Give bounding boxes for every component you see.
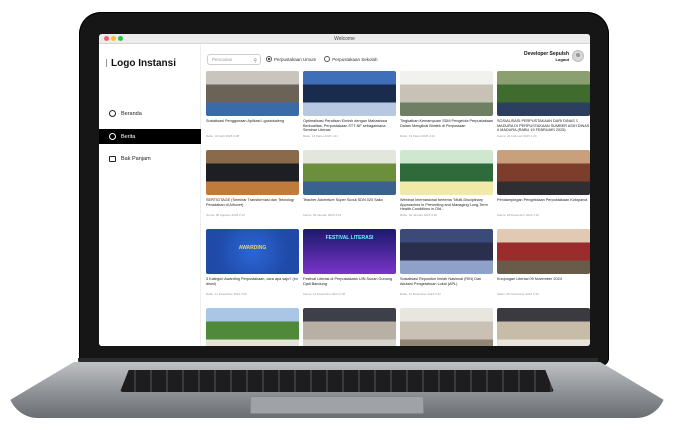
main-content: Pencarian ⚲ Perpustakaan Umum Perpustaka… <box>202 44 590 346</box>
news-card[interactable]: SOSIALISASI PERPUSTAKAAN DARI DINAS 1 MA… <box>497 71 590 146</box>
news-title[interactable]: 3 Kategori Awarding Perpustakaan, cara a… <box>206 277 299 291</box>
news-date: Kamis, 20 Februari 2025 1:34 <box>497 134 537 138</box>
thumbnail-text: AWARDING <box>238 245 267 251</box>
radio-perpustakaan-sekolah[interactable]: Perpustakaan Sekolah <box>324 56 378 62</box>
home-icon <box>109 110 116 117</box>
news-card[interactable]: Teacher Adventure Super Scout SDN 020 Sa… <box>303 150 396 225</box>
news-thumbnail <box>303 71 396 116</box>
search-icon: ⚲ <box>253 58 257 64</box>
news-date: Rabu, 19 Maret 2025 4:21 <box>303 134 338 138</box>
news-thumbnail <box>497 71 590 116</box>
sidebar-item-label: Beranda <box>121 110 142 117</box>
close-window-button[interactable] <box>104 36 109 41</box>
news-date: Rabu, 04 Januari 2025 3:30 <box>400 213 438 217</box>
news-title[interactable]: Tingkatkan Kemampuan SDM Pengelola Perpu… <box>400 119 493 133</box>
title-bar: Welcome <box>99 34 590 44</box>
news-date: Rabu, 01 April 2025 3:28 <box>206 134 240 138</box>
news-date: Rabu, 19 Maret 2025 4:10 <box>400 134 435 138</box>
library-type-filter: Perpustakaan Umum Perpustakaan Sekolah <box>266 56 378 62</box>
app-window: Welcome Logo Instansi Beranda Berita Bak… <box>99 34 590 346</box>
news-card[interactable]: SERTIGTAGE (Seminar Transformasi dan Tek… <box>206 150 299 225</box>
app-logo: Logo Instansi <box>111 58 176 69</box>
news-date: Rabu, 11 Desember 2024 3:26 <box>206 292 247 296</box>
folder-icon <box>109 155 116 162</box>
news-thumbnail <box>303 150 396 195</box>
news-thumbnail <box>206 308 299 346</box>
thumbnail-text: FESTIVAL LITERASI <box>325 235 374 241</box>
search-placeholder: Pencarian <box>212 57 233 62</box>
news-title[interactable]: SOSIALISASI PERPUSTAKAAN DARI DINAS 1 MA… <box>497 119 590 133</box>
laptop-mockup: Welcome Logo Instansi Beranda Berita Bak… <box>0 0 674 430</box>
news-title[interactable]: Optimalisasi Peralisan Eirnish dengan Ma… <box>303 119 396 133</box>
news-date: Jumat, 08 Agustus 2025 2:12 <box>206 213 245 217</box>
news-title[interactable]: Pendampingan Pengelolaan Perpustakaan Ko… <box>497 198 590 212</box>
news-title[interactable]: Teacher Adventure Super Scout SDN 020 Sa… <box>303 198 396 212</box>
news-thumbnail <box>497 229 590 274</box>
news-date: Rabu, 11 Desember 2024 2:22 <box>400 292 441 296</box>
radio-selected-icon <box>266 56 272 62</box>
news-card[interactable]: Pendampingan Pengelolaan Perpustakaan Ko… <box>497 150 590 225</box>
news-thumbnail <box>206 150 299 195</box>
news-card[interactable]: Kunjungan Literasi 09 November 2024 Sabtu… <box>497 229 590 304</box>
news-grid: Sosialisasi Penggunaan Aplikasi i-gustok… <box>206 71 590 346</box>
search-input[interactable]: Pencarian ⚲ <box>207 54 261 65</box>
news-card[interactable]: Tingkatkan Kemampuan SDM Pengelola Perpu… <box>400 71 493 146</box>
news-card[interactable] <box>303 308 396 346</box>
user-menu: Developer Sepulsh Logout <box>524 50 584 62</box>
news-card[interactable] <box>497 308 590 346</box>
news-title[interactable]: Sosialisasi Repositori Ilmiah Nasional (… <box>400 277 493 291</box>
news-card[interactable]: AWARDING 3 Kategori Awarding Perpustakaan… <box>206 229 299 304</box>
window-title: Welcome <box>334 36 355 42</box>
news-thumbnail <box>497 150 590 195</box>
news-date: Sabtu, 09 November 2024 3:12 <box>497 292 539 296</box>
sidebar-item-label: Berita <box>121 133 136 140</box>
news-title[interactable]: Kunjungan Literasi 09 November 2024 <box>497 277 590 291</box>
news-thumbnail <box>206 71 299 116</box>
window-controls <box>104 36 123 41</box>
news-card[interactable]: Optimalisasi Peralisan Eirnish dengan Ma… <box>303 71 396 146</box>
news-date: Kamis, 28 Desember 2024 1:10 <box>497 213 540 217</box>
news-thumbnail: AWARDING <box>206 229 299 274</box>
news-thumbnail <box>400 150 493 195</box>
news-card[interactable]: Sosialisasi Penggunaan Aplikasi i-gustok… <box>206 71 299 146</box>
sidebar-item-beranda[interactable]: Beranda <box>99 106 201 121</box>
news-thumbnail <box>400 229 493 274</box>
news-thumbnail <box>303 308 396 346</box>
news-thumbnail <box>400 308 493 346</box>
sidebar-item-label: Bak Panjam <box>121 155 151 162</box>
news-card[interactable] <box>400 308 493 346</box>
news-card[interactable]: Sosialisasi Repositori Ilmiah Nasional (… <box>400 229 493 304</box>
news-date: Kamis, 12 Desember 2024 2:45 <box>303 292 346 296</box>
news-title[interactable]: SERTIGTAGE (Seminar Transformasi dan Tek… <box>206 198 299 212</box>
radio-perpustakaan-umum[interactable]: Perpustakaan Umum <box>266 56 316 62</box>
laptop-trackpad <box>250 396 424 414</box>
news-thumbnail <box>400 71 493 116</box>
minimize-window-button[interactable] <box>111 36 116 41</box>
user-name: Developer Sepulsh <box>523 50 569 57</box>
sidebar-item-berita[interactable]: Berita <box>99 129 201 144</box>
news-card[interactable]: Webinar Internasional bertema "Multi-Dis… <box>400 150 493 225</box>
news-title[interactable]: Festival Literasi di Perpustakaan UIN Su… <box>303 277 396 291</box>
news-card[interactable] <box>206 308 299 346</box>
news-date: Kamis, 04 Januari 2025 4:13 <box>303 213 342 217</box>
globe-icon <box>109 133 116 140</box>
avatar[interactable] <box>572 50 584 62</box>
logout-link[interactable]: Logout <box>524 57 569 62</box>
laptop-keyboard <box>120 370 554 392</box>
sidebar-item-bak-panjam[interactable]: Bak Panjam <box>99 151 201 166</box>
news-title[interactable]: Webinar Internasional bertema "Multi-Dis… <box>400 198 493 212</box>
maximize-window-button[interactable] <box>118 36 123 41</box>
radio-label: Perpustakaan Sekolah <box>332 56 378 62</box>
laptop-screen: Welcome Logo Instansi Beranda Berita Bak… <box>99 34 590 346</box>
news-thumbnail: FESTIVAL LITERASI <box>303 229 396 274</box>
logo-divider <box>106 59 107 67</box>
radio-label: Perpustakaan Umum <box>274 56 317 62</box>
news-card[interactable]: FESTIVAL LITERASI Festival Literasi di Pe… <box>303 229 396 304</box>
news-thumbnail <box>497 308 590 346</box>
sidebar: Logo Instansi Beranda Berita Bak Panjam <box>99 44 201 346</box>
news-title[interactable]: Sosialisasi Penggunaan Aplikasi i-gustok… <box>206 119 299 133</box>
radio-unselected-icon <box>324 56 331 62</box>
